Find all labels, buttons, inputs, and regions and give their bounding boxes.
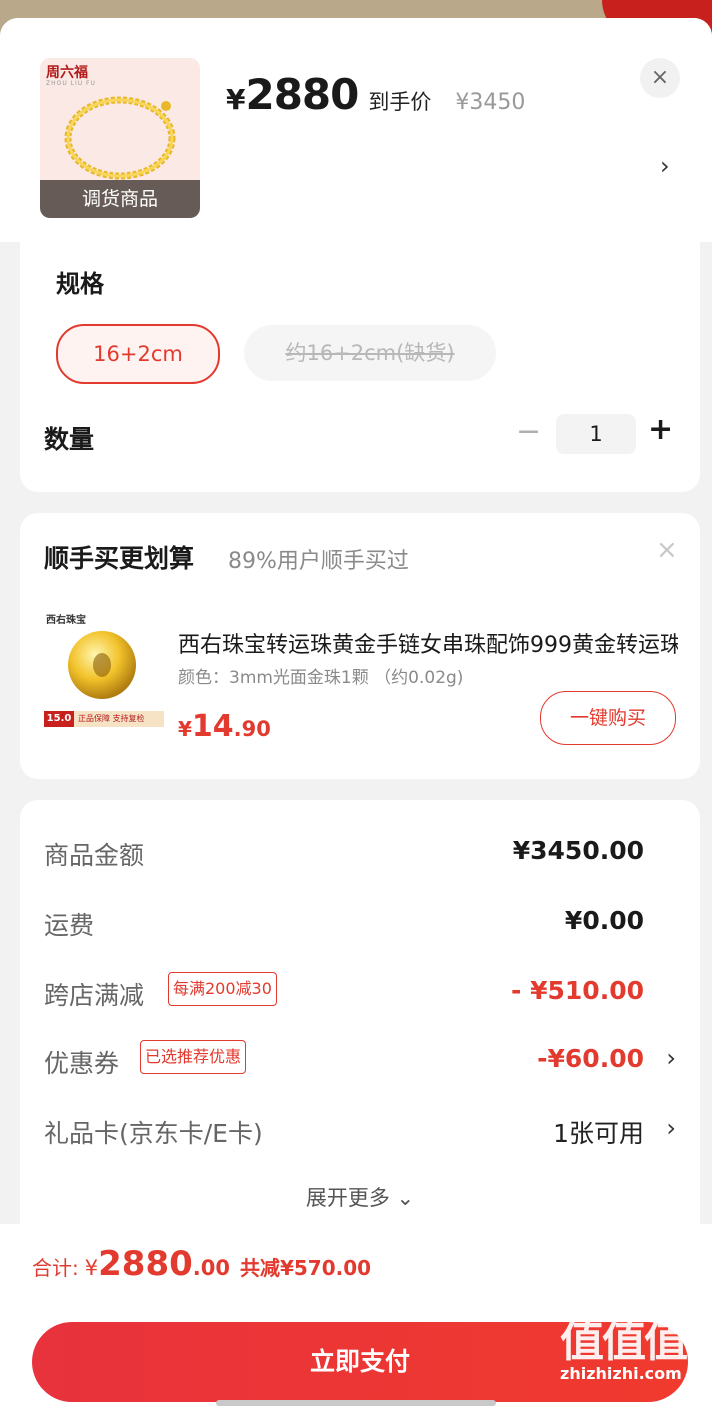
upsell-product-price: ¥14.90 bbox=[178, 709, 271, 744]
upsell-price-int: 14 bbox=[191, 709, 234, 744]
chevron-right-icon[interactable]: › bbox=[666, 1044, 676, 1072]
checkout-sheet: 周六福 ZHOU LIU FU 调货商品 ¥ 2880 到手价 ¥3450 × … bbox=[0, 18, 712, 1408]
watermark-logo: 值值值 bbox=[560, 1316, 688, 1367]
chevron-down-icon: ⌄ bbox=[396, 1186, 415, 1210]
chevron-right-icon[interactable]: › bbox=[666, 1114, 676, 1142]
gold-bead-image bbox=[68, 631, 136, 699]
order-total: 合计: ¥2880.00 共减¥570.00 bbox=[32, 1244, 371, 1284]
upsell-thumb-text: 正品保障 支持复检 bbox=[78, 714, 145, 723]
product-header: 周六福 ZHOU LIU FU 调货商品 ¥ 2880 到手价 ¥3450 × … bbox=[0, 18, 712, 242]
summary-row-gift-card[interactable]: 礼品卡(京东卡/E卡) 1张可用 › bbox=[44, 1108, 676, 1152]
summary-row-coupon[interactable]: 优惠券 已选推荐优惠 -¥60.00 › bbox=[44, 1038, 676, 1082]
upsell-product-variant: 颜色：3mm光面金珠1颗 （约0.02g) bbox=[178, 668, 464, 688]
chevron-right-icon[interactable]: › bbox=[660, 152, 670, 180]
quantity-label: 数量 bbox=[44, 425, 95, 454]
total-dec: .00 bbox=[192, 1256, 230, 1280]
upsell-thumb-strip: 15.0 正品保障 支持复检 bbox=[44, 711, 164, 727]
summary-value: - ¥510.00 bbox=[511, 976, 644, 1005]
summary-value: ¥3450.00 bbox=[512, 836, 644, 865]
home-indicator[interactable] bbox=[216, 1400, 496, 1406]
summary-label: 商品金额 bbox=[44, 841, 145, 870]
summary-value: -¥60.00 bbox=[537, 1044, 644, 1073]
total-currency: ¥ bbox=[84, 1256, 99, 1280]
final-price: 2880 bbox=[245, 70, 359, 119]
spec-option-selected[interactable]: 16+2cm bbox=[56, 324, 220, 384]
close-icon[interactable]: × bbox=[656, 535, 678, 565]
product-thumbnail[interactable]: 周六福 ZHOU LIU FU 调货商品 bbox=[40, 58, 200, 218]
expand-more-button[interactable]: 展开更多 ⌄ bbox=[20, 1182, 700, 1212]
total-savings: 共减¥570.00 bbox=[239, 1256, 372, 1280]
upsell-price-currency: ¥ bbox=[178, 717, 192, 741]
spec-option-out-of-stock[interactable]: 约16+2cm(缺货) bbox=[244, 325, 496, 381]
summary-label: 跨店满减 bbox=[44, 981, 145, 1010]
summary-label: 优惠券 bbox=[44, 1049, 120, 1078]
discount-badge: 每满200减30 bbox=[168, 972, 277, 1006]
price-row: ¥ 2880 到手价 ¥3450 bbox=[226, 70, 525, 130]
watermark: 值值值 zhizhizhi.com bbox=[560, 1316, 688, 1384]
price-currency: ¥ bbox=[226, 83, 246, 116]
order-summary-card: 商品金额 ¥3450.00 运费 ¥0.00 跨店满减 每满200减30 - ¥… bbox=[20, 800, 700, 1280]
upsell-thumb-price: 15.0 bbox=[44, 711, 74, 727]
total-int: 2880 bbox=[98, 1244, 193, 1284]
summary-label: 运费 bbox=[44, 911, 95, 940]
summary-row-store-discount: 跨店满减 每满200减30 - ¥510.00 bbox=[44, 970, 676, 1014]
plus-icon[interactable]: + bbox=[648, 412, 673, 447]
upsell-price-dec: .90 bbox=[233, 717, 271, 741]
original-price: ¥3450 bbox=[455, 90, 526, 115]
summary-label: 礼品卡(京东卡/E卡) bbox=[44, 1119, 263, 1148]
summary-value: 1张可用 bbox=[553, 1119, 644, 1148]
quantity-input[interactable]: 1 bbox=[556, 414, 636, 454]
final-price-label: 到手价 bbox=[368, 90, 432, 114]
upsell-subtitle: 89%用户顺手买过 bbox=[228, 549, 409, 574]
upsell-title: 顺手买更划算 bbox=[44, 544, 195, 573]
watermark-site: zhizhizhi.com bbox=[560, 1364, 682, 1383]
upsell-brand-logo: 西右珠宝 bbox=[46, 615, 86, 626]
transfer-goods-tag: 调货商品 bbox=[40, 180, 200, 218]
close-icon[interactable]: × bbox=[640, 58, 680, 98]
spec-title: 规格 bbox=[56, 270, 104, 298]
total-label: 合计: bbox=[32, 1256, 79, 1280]
minus-icon[interactable]: − bbox=[516, 414, 541, 449]
upsell-product-image[interactable]: 西右珠宝 15.0 正品保障 支持复检 bbox=[40, 611, 170, 741]
spec-option-out-of-stock-label: 约16+2cm(缺货) bbox=[285, 341, 455, 365]
upsell-card: 顺手买更划算 89%用户顺手买过 × 西右珠宝 15.0 正品保障 支持复检 西… bbox=[20, 513, 700, 779]
summary-row-shipping: 运费 ¥0.00 bbox=[44, 900, 676, 944]
one-click-buy-button[interactable]: 一键购买 bbox=[540, 691, 676, 745]
summary-value: ¥0.00 bbox=[564, 906, 644, 935]
spec-card: 规格 16+2cm 约16+2cm(缺货) 数量 − 1 + bbox=[20, 224, 700, 492]
coupon-badge: 已选推荐优惠 bbox=[140, 1040, 247, 1074]
upsell-product-name[interactable]: 西右珠宝转运珠黄金手链女串珠配饰999黄金转运珠 bbox=[178, 627, 678, 659]
summary-row-goods-amount: 商品金额 ¥3450.00 bbox=[44, 830, 676, 874]
expand-more-label: 展开更多 bbox=[305, 1186, 390, 1210]
